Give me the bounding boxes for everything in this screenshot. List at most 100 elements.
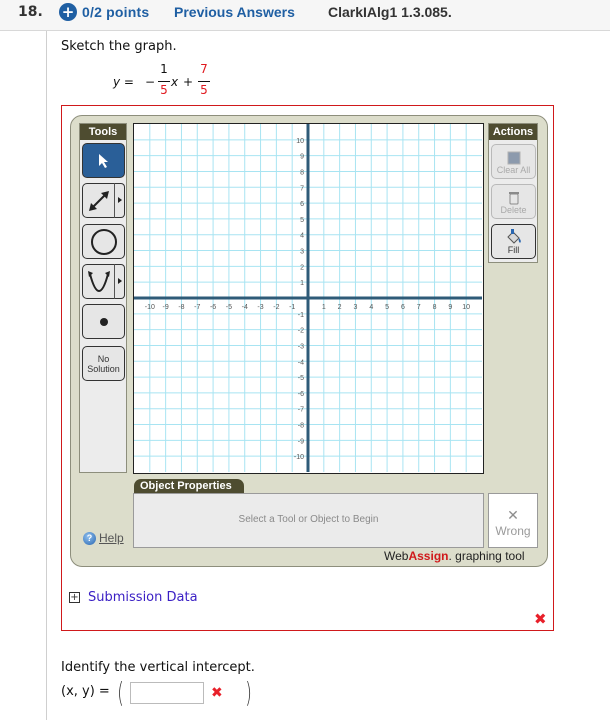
- fill-button[interactable]: Fill: [491, 224, 536, 259]
- parabola-icon: [87, 270, 110, 292]
- line-submenu-toggle[interactable]: [114, 183, 125, 218]
- webassign-brand: WebAssign. graphing tool: [384, 549, 525, 563]
- brand-suffix: . graphing tool: [448, 549, 525, 563]
- tool-select[interactable]: [82, 143, 125, 178]
- equation-minus: −: [145, 75, 156, 89]
- clear-all-icon: [507, 151, 520, 165]
- graph-canvas[interactable]: -10 -9 -8 -7 -6 -5 -4 -3 -2 -1 1 2 3 4 5 6 7 8 9 10 10 9 8 7 6 5 4…: [133, 123, 484, 474]
- tool-point[interactable]: [82, 304, 125, 339]
- incorrect-x-icon: ✖: [211, 685, 223, 701]
- object-properties-hint: Select a Tool or Object to Begin: [238, 514, 379, 525]
- problem-code: ClarkIAlg1 1.3.085.: [328, 4, 452, 20]
- y-tick-label: 3: [300, 249, 304, 256]
- x-tick-label: -8: [178, 304, 184, 311]
- fill-label: Fill: [507, 245, 520, 255]
- question-number: 18.: [18, 4, 43, 20]
- brand-web: Web: [384, 549, 409, 563]
- x-tick-label: -2: [273, 304, 279, 311]
- help-label: Help: [99, 531, 124, 545]
- y-tick-label: 6: [300, 201, 304, 208]
- y-tick-label: -10: [294, 454, 304, 461]
- y-tick-label: -7: [298, 407, 304, 414]
- x-tick-label: 3: [354, 304, 358, 311]
- submission-data-toggle[interactable]: + Submission Data: [69, 590, 198, 605]
- x-tick-label: -5: [226, 304, 232, 311]
- y-tick-label: 9: [300, 154, 304, 161]
- coef-numerator: 1: [160, 62, 168, 76]
- x-tick-label: -3: [257, 304, 263, 311]
- delete-label: Delete: [500, 205, 527, 215]
- y-tick-label: -9: [298, 438, 304, 445]
- expand-plus-icon[interactable]: +: [59, 3, 77, 21]
- const-numerator: 7: [200, 62, 208, 76]
- no-solution-label-line2: Solution: [87, 363, 120, 374]
- equation-lhs: y =: [113, 75, 134, 89]
- x-tick-label: -1: [289, 304, 295, 311]
- question-prompt: Sketch the graph.: [61, 39, 177, 54]
- previous-answers-link[interactable]: Previous Answers: [174, 4, 295, 20]
- point-icon: [99, 317, 108, 326]
- const-denominator: 5: [200, 83, 208, 97]
- x-tick-label: -10: [145, 304, 155, 311]
- vertical-intercept-prompt: Identify the vertical intercept.: [61, 660, 255, 675]
- y-tick-label: 2: [300, 264, 304, 271]
- tool-parabola[interactable]: [82, 264, 115, 299]
- y-tick-label: -6: [298, 391, 304, 398]
- y-tick-label: -2: [298, 328, 304, 335]
- tool-line[interactable]: [82, 183, 115, 218]
- xy-label: (x, y) =: [61, 684, 110, 699]
- equation-plus: +: [183, 75, 194, 89]
- y-tick-label: 5: [300, 217, 304, 224]
- x-tick-label: 2: [338, 304, 342, 311]
- y-tick-label: 1: [300, 280, 304, 287]
- expand-plus-box-icon: +: [69, 592, 80, 603]
- trash-icon: [508, 192, 519, 205]
- help-link[interactable]: ? Help: [83, 531, 124, 545]
- y-tick-label: 10: [296, 138, 304, 145]
- x-tick-label: 8: [433, 304, 437, 311]
- x-tick-label: -6: [210, 304, 216, 311]
- y-tick-label: 8: [300, 169, 304, 176]
- clear-all-button[interactable]: Clear All: [491, 144, 536, 179]
- object-properties-title: Object Properties: [134, 479, 244, 494]
- circle-icon: [90, 228, 117, 255]
- const-fraction-bar: [198, 81, 210, 82]
- x-tick-label: 4: [369, 304, 373, 311]
- no-solution-label-line1: No: [97, 353, 110, 364]
- y-tick-label: 7: [300, 185, 304, 192]
- x-tick-label: 10: [462, 304, 470, 311]
- incorrect-x-icon: ✖: [534, 610, 547, 628]
- x-tick-label: 5: [385, 304, 389, 311]
- line-arrow-icon: [88, 190, 109, 211]
- x-tick-label: 9: [448, 304, 452, 311]
- coordinate-grid[interactable]: -10 -9 -8 -7 -6 -5 -4 -3 -2 -1 1 2 3 4 5 6 7 8 9 10 10 9 8 7 6 5 4…: [134, 124, 482, 472]
- tool-circle[interactable]: [82, 224, 125, 259]
- grade-status-label: Wrong: [495, 524, 531, 538]
- left-divider: [46, 31, 47, 720]
- points-link[interactable]: 0/2 points: [82, 4, 149, 20]
- y-tick-label: -5: [298, 375, 304, 382]
- question-header: 18. + 0/2 points Previous Answers ClarkI…: [0, 0, 610, 31]
- parabola-submenu-toggle[interactable]: [114, 264, 125, 299]
- object-properties-panel: Select a Tool or Object to Begin: [133, 493, 484, 548]
- tool-no-solution[interactable]: No Solution: [82, 346, 125, 381]
- coef-denominator: 5: [160, 83, 168, 97]
- pointer-icon: [98, 153, 108, 168]
- close-paren: ): [245, 676, 252, 709]
- y-tick-label: -1: [298, 312, 304, 319]
- actions-title: Actions: [489, 124, 537, 140]
- vertical-intercept-input[interactable]: [130, 682, 204, 704]
- x-tick-label: 7: [417, 304, 421, 311]
- submission-data-label: Submission Data: [88, 590, 198, 605]
- y-tick-label: 4: [300, 233, 304, 240]
- coef-fraction-bar: [158, 81, 170, 82]
- paint-bucket-icon: [506, 229, 521, 244]
- brand-assign: Assign: [408, 549, 449, 563]
- y-tick-label: -4: [298, 359, 304, 366]
- grade-status-box: ✕ Wrong: [488, 493, 538, 548]
- delete-button[interactable]: Delete: [491, 184, 536, 219]
- clear-all-label: Clear All: [496, 165, 531, 175]
- help-question-icon: ?: [83, 531, 96, 545]
- wrong-x-icon: ✕: [507, 508, 519, 524]
- x-tick-label: -4: [242, 304, 248, 311]
